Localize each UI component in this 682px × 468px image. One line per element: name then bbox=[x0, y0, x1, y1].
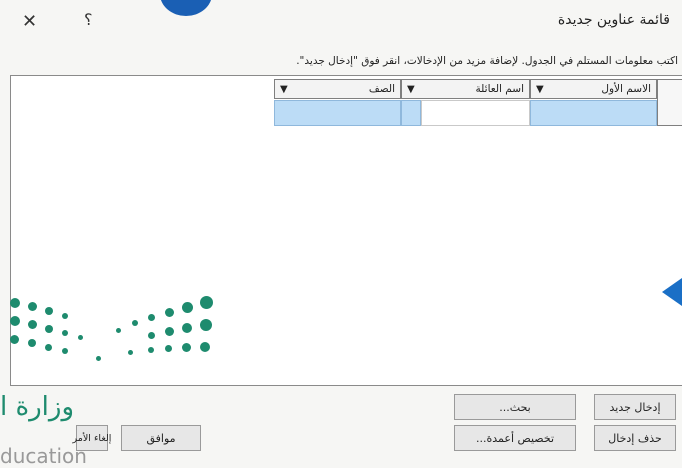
dropdown-arrow-icon[interactable]: ▼ bbox=[407, 84, 415, 95]
column-header-grade[interactable]: الصف ▼ bbox=[274, 79, 401, 99]
find-button[interactable]: بحث... bbox=[454, 394, 576, 420]
new-entry-button[interactable]: إدخال جديد bbox=[594, 394, 676, 420]
column-label: الاسم الأول bbox=[601, 83, 651, 95]
dropdown-arrow-icon[interactable]: ▼ bbox=[280, 84, 288, 95]
cell-last-name[interactable] bbox=[421, 100, 530, 126]
help-icon[interactable]: ؟ bbox=[84, 10, 93, 29]
close-icon[interactable]: ✕ bbox=[22, 11, 37, 32]
dialog-title: قائمة عناوين جديدة bbox=[557, 12, 670, 28]
column-label: الصف bbox=[368, 83, 395, 95]
dropdown-arrow-icon[interactable]: ▼ bbox=[536, 84, 544, 95]
new-address-list-dialog: ✕ ؟ قائمة عناوين جديدة اكتب معلومات المس… bbox=[0, 0, 682, 468]
ministry-logo-dots bbox=[0, 294, 220, 364]
column-label: اسم العائلة bbox=[475, 83, 524, 95]
ministry-logo-english: ducation bbox=[0, 444, 87, 468]
column-header-first-name[interactable]: الاسم الأول ▼ bbox=[530, 79, 657, 99]
instructions-text: اكتب معلومات المستلم في الجدول. لإضافة م… bbox=[296, 55, 678, 67]
customize-columns-button[interactable]: تخصيص أعمدة... bbox=[454, 425, 576, 451]
cell-divider[interactable] bbox=[401, 100, 421, 126]
decorative-blue-triangle bbox=[662, 278, 682, 306]
cell-first-name[interactable] bbox=[530, 100, 657, 126]
row-header[interactable] bbox=[657, 79, 682, 126]
title-bar: ✕ ؟ قائمة عناوين جديدة bbox=[0, 0, 682, 42]
ok-button[interactable]: موافق bbox=[121, 425, 201, 451]
ministry-logo-arabic: وزارة ا bbox=[0, 392, 75, 422]
delete-entry-button[interactable]: حذف إدخال bbox=[594, 425, 676, 451]
column-header-last-name[interactable]: اسم العائلة ▼ bbox=[401, 79, 530, 99]
cell-grade[interactable] bbox=[274, 100, 401, 126]
